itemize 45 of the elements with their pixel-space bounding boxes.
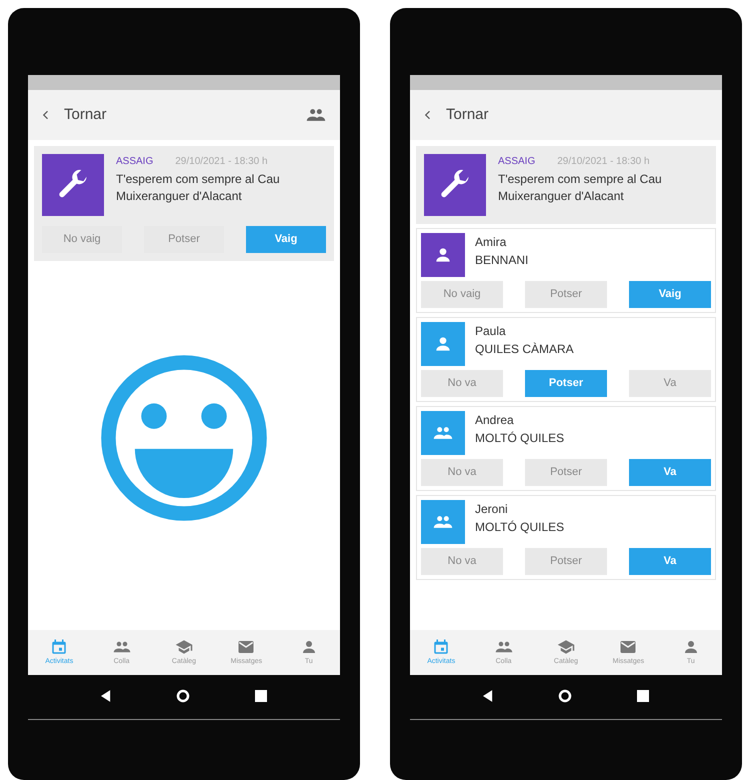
back-link[interactable]: Tornar bbox=[64, 104, 292, 126]
response-button[interactable]: Va bbox=[629, 370, 711, 397]
response-button[interactable]: Potser bbox=[525, 281, 607, 308]
response-button[interactable]: Potser bbox=[525, 370, 607, 397]
graduation-cap-icon bbox=[174, 638, 193, 656]
home-circle-icon bbox=[176, 689, 190, 703]
member-surname: MOLTÓ QUILES bbox=[475, 430, 564, 447]
member-first-name: Paula bbox=[475, 323, 507, 340]
response-button[interactable]: No vaig bbox=[42, 226, 122, 253]
calendar-icon bbox=[432, 638, 450, 656]
event-category: ASSAIG bbox=[498, 155, 536, 169]
back-icon bbox=[424, 109, 432, 121]
wrench-icon bbox=[424, 154, 486, 216]
back-icon bbox=[42, 109, 50, 121]
back-link[interactable]: Tornar bbox=[446, 104, 708, 126]
response-button[interactable]: No va bbox=[421, 370, 503, 397]
response-button[interactable]: Potser bbox=[144, 226, 224, 253]
member-surname: MOLTÓ QUILES bbox=[475, 519, 564, 536]
response-button[interactable]: Potser bbox=[525, 459, 607, 486]
response-button[interactable]: Vaig bbox=[246, 226, 326, 253]
recents-square-icon bbox=[255, 690, 268, 702]
member-first-name: Jeroni bbox=[475, 501, 509, 518]
response-button[interactable]: No va bbox=[421, 459, 503, 486]
response-button[interactable]: Va bbox=[629, 548, 711, 575]
event-description: T'esperem com sempre al Cau Muixeranguer d'Alacant bbox=[498, 171, 663, 205]
response-button[interactable]: No va bbox=[421, 548, 503, 575]
event-category: ASSAIG bbox=[116, 155, 154, 169]
calendar-icon bbox=[50, 638, 68, 656]
member-first-name: Amira bbox=[475, 234, 508, 251]
response-button[interactable]: No vaig bbox=[421, 281, 503, 308]
event-description: T'esperem com sempre al Cau Muixeranguer d'Alacant bbox=[116, 171, 281, 205]
response-button[interactable]: Vaig bbox=[629, 281, 711, 308]
member-first-name: Andrea bbox=[475, 412, 515, 429]
home-circle-icon bbox=[558, 689, 572, 703]
response-button[interactable]: Va bbox=[629, 459, 711, 486]
event-datetime: 29/10/2021 - 18:30 h bbox=[175, 155, 268, 169]
wrench-icon bbox=[42, 154, 104, 216]
recents-square-icon bbox=[637, 690, 650, 702]
back-triangle-icon bbox=[100, 690, 111, 702]
member-surname: BENNANI bbox=[475, 252, 528, 269]
event-datetime: 29/10/2021 - 18:30 h bbox=[557, 155, 650, 169]
back-triangle-icon bbox=[482, 690, 493, 702]
member-surname: QUILES CÀMARA bbox=[475, 341, 574, 358]
response-button[interactable]: Potser bbox=[525, 548, 607, 575]
graduation-cap-icon bbox=[556, 638, 575, 656]
